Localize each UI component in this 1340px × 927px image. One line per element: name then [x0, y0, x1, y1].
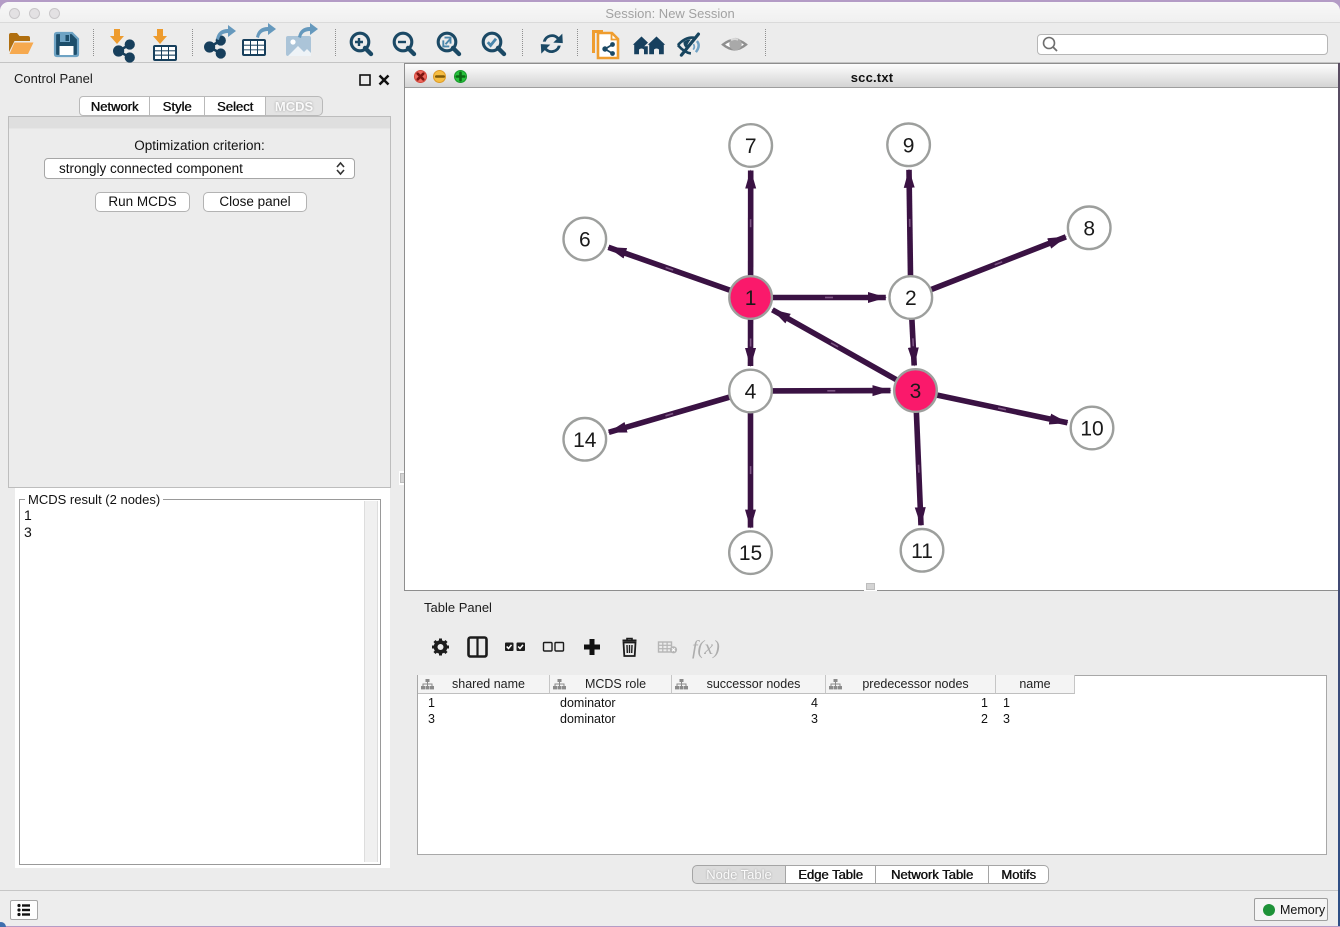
svg-text:1: 1 — [745, 287, 757, 310]
svg-text:10: 10 — [1080, 418, 1103, 441]
svg-text:11: 11 — [911, 540, 933, 563]
svg-text:6: 6 — [579, 229, 591, 252]
svg-text:15: 15 — [739, 542, 762, 565]
svg-text:2: 2 — [905, 287, 917, 310]
svg-text:14: 14 — [573, 429, 597, 452]
svg-text:f(x): f(x) — [692, 637, 720, 659]
svg-text:3: 3 — [910, 380, 922, 403]
svg-text:9: 9 — [903, 134, 915, 157]
svg-text:4: 4 — [745, 381, 757, 404]
svg-text:7: 7 — [745, 135, 757, 158]
svg-text:8: 8 — [1083, 217, 1095, 240]
